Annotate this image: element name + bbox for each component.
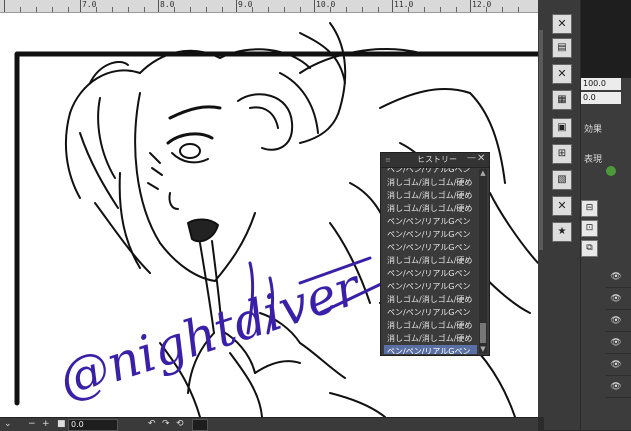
right-panel: ✕ ▤ ✕ ▦ ▣ ⊞ ▧ ✕ ★ 100.0 0.0 効果 表現 ⊟ ⊡ ⧉ … [544, 0, 631, 430]
history-item[interactable]: 消しゴム/消しゴム/硬め [384, 332, 477, 345]
close-x-icon[interactable]: ✕ [552, 64, 572, 84]
frame-icon[interactable]: ▣ [552, 118, 572, 138]
history-item[interactable]: ペン/ペン/リアルGペン [384, 280, 477, 293]
ruler-tick [158, 0, 159, 12]
history-scrollbar[interactable]: ▲ ▼ [479, 169, 487, 353]
close-icon[interactable]: ✕ [477, 153, 485, 164]
ruler-tick [392, 0, 393, 12]
history-title: ヒストリー [417, 155, 457, 164]
status-bar: ⌄ − + ■ 0.0 ↶ ↷ ⟲ [0, 417, 538, 431]
ruler-tick [470, 0, 471, 12]
ruler-label: 12.0 [472, 0, 492, 9]
scroll-down-icon[interactable]: ▼ [479, 345, 487, 353]
history-item[interactable]: 消しゴム/消しゴム/硬め [384, 189, 477, 202]
ruler-label: 8.0 [160, 0, 175, 9]
layer-tool-button[interactable]: ⊡ [581, 220, 598, 237]
ruler-label: 7.0 [82, 0, 97, 9]
rotate-right-icon[interactable]: ↷ [162, 419, 170, 430]
eye-icon[interactable]: 👁 [610, 294, 622, 304]
history-titlebar[interactable]: ≡ ヒストリー — ✕ [381, 153, 489, 168]
display-label: 表現 [584, 155, 603, 165]
eye-icon[interactable]: 👁 [610, 382, 622, 392]
ruler-tick [314, 0, 315, 12]
history-item[interactable]: ペン/ペン/リアルGペン [384, 228, 477, 241]
history-item[interactable]: ペン/ペン/リアルGペン [384, 241, 477, 254]
history-panel: ≡ ヒストリー — ✕ ペン/ペン/リアルGペン 消しゴム/消しゴム/硬め 消し… [380, 152, 490, 356]
history-item[interactable]: 消しゴム/消しゴム/硬め [384, 202, 477, 215]
minimize-icon[interactable]: — [467, 153, 476, 163]
history-item[interactable]: 消しゴム/消しゴム/硬め [384, 254, 477, 267]
ruler-label: 11.0 [394, 0, 414, 9]
history-list: ペン/ペン/リアルGペン 消しゴム/消しゴム/硬め 消しゴム/消しゴム/硬め 消… [384, 168, 477, 354]
fit-icon[interactable]: ■ [57, 419, 66, 430]
rotation-field[interactable] [192, 419, 208, 431]
layer-icon[interactable]: ▧ [552, 170, 572, 190]
star-icon[interactable]: ★ [552, 222, 572, 242]
grid-icon[interactable]: ▦ [552, 90, 572, 110]
layer-tool-button[interactable]: ⊟ [581, 200, 598, 217]
eye-icon[interactable]: 👁 [610, 272, 622, 282]
value-field[interactable]: 0.0 [581, 92, 621, 104]
scroll-up-icon[interactable]: ▲ [479, 169, 487, 177]
scroll-thumb[interactable] [480, 323, 486, 343]
eye-icon[interactable]: 👁 [610, 360, 622, 370]
ruler-label: 9.0 [238, 0, 253, 9]
value-field[interactable]: 100.0 [581, 78, 621, 90]
rotate-left-icon[interactable]: ↶ [148, 419, 156, 430]
zoom-field[interactable]: 0.0 [68, 419, 118, 431]
ruler-label: 10.0 [316, 0, 336, 9]
command-bar: ✕ ▤ ✕ ▦ ▣ ⊞ ▧ ✕ ★ [544, 0, 581, 430]
scroll-thumb[interactable] [539, 30, 543, 250]
history-item[interactable]: ペン/ペン/リアルGペン [384, 215, 477, 228]
history-item[interactable]: 消しゴム/消しゴム/硬め [384, 176, 477, 189]
ruler-tick [236, 0, 237, 12]
effect-label: 効果 [584, 125, 603, 135]
drag-grip-icon[interactable]: ≡ [385, 156, 391, 164]
page-icon[interactable]: ▤ [552, 38, 572, 58]
close-x-icon[interactable]: ✕ [552, 14, 572, 34]
layer-tool-button[interactable]: ⧉ [581, 240, 598, 257]
eye-icon[interactable]: 👁 [610, 316, 622, 326]
history-item[interactable]: ペン/ペン/リアルGペン [384, 168, 477, 176]
arrow-down-icon[interactable]: ⌄ [4, 419, 12, 430]
ruler-tick [80, 0, 81, 12]
horizontal-ruler: 7.0 8.0 9.0 10.0 11.0 12.0 [0, 0, 538, 13]
zoom-in-icon[interactable]: + [42, 419, 50, 430]
history-item[interactable]: ペン/ペン/リアルGペン [384, 306, 477, 319]
history-item[interactable]: 消しゴム/消しゴム/硬め [384, 293, 477, 306]
eye-icon[interactable]: 👁 [610, 338, 622, 348]
color-indicator[interactable] [606, 166, 616, 176]
reset-rotation-icon[interactable]: ⟲ [176, 419, 184, 430]
split-icon[interactable]: ⊞ [552, 144, 572, 164]
ruler-tick [4, 0, 5, 12]
zoom-out-icon[interactable]: − [28, 419, 36, 430]
close-x-icon[interactable]: ✕ [552, 196, 572, 216]
history-item[interactable]: 消しゴム/消しゴム/硬め [384, 319, 477, 332]
history-item-selected[interactable]: ペン/ペン/リアルGペン [384, 345, 477, 354]
history-item[interactable]: ペン/ペン/リアルGペン [384, 267, 477, 280]
